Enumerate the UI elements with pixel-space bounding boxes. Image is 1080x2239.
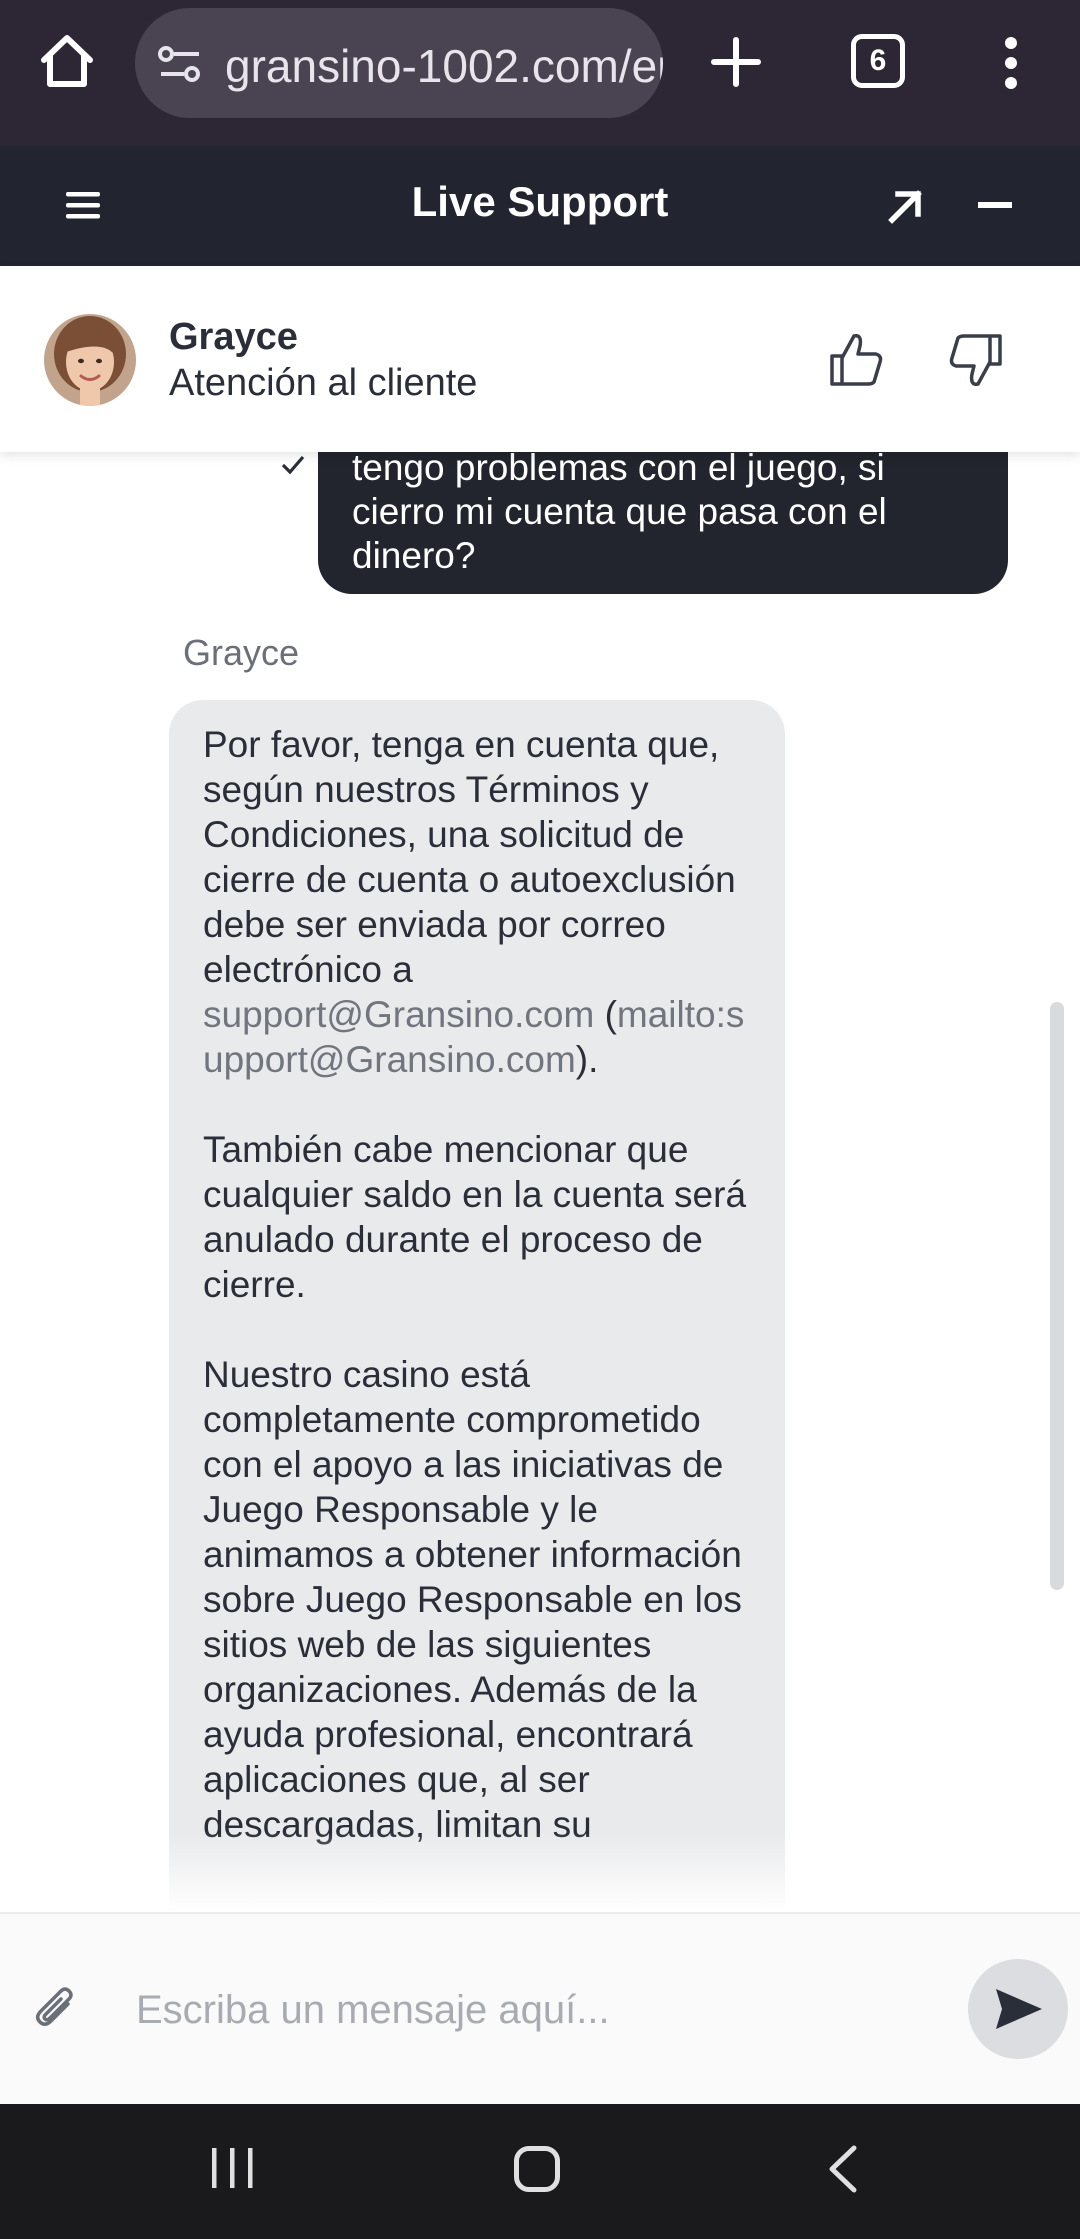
- recents-icon[interactable]: [210, 2146, 256, 2190]
- home-circle-icon[interactable]: [514, 2146, 560, 2192]
- agent-message-bubble: Por favor, tenga en cuenta que, según nu…: [169, 700, 785, 1912]
- arrow-up-right-icon[interactable]: [884, 184, 928, 228]
- agent-sender-label: Grayce: [183, 632, 300, 673]
- chat-fade-overlay: [0, 1832, 1080, 1912]
- paperclip-icon[interactable]: [34, 1984, 78, 2034]
- user-message-line: tengo problemas con el juego, si: [352, 452, 885, 488]
- avatar: [44, 314, 136, 406]
- user-message-line: cierro mi cuenta que pasa con el: [352, 491, 887, 532]
- back-icon[interactable]: [822, 2144, 862, 2194]
- chat-transcript[interactable]: tengo problemas con el juego, si cierro …: [0, 452, 1080, 1912]
- home-icon[interactable]: [36, 30, 98, 92]
- support-header: Live Support: [0, 146, 1080, 266]
- minus-icon[interactable]: [978, 202, 1012, 208]
- tabs-counter-icon[interactable]: 6: [851, 34, 905, 88]
- send-icon[interactable]: [968, 1959, 1068, 2059]
- plus-icon[interactable]: [710, 36, 762, 88]
- agent-info-bar: Grayce Atención al cliente: [0, 266, 1080, 452]
- message-input[interactable]: [136, 1978, 936, 2042]
- system-nav-bar: [0, 2104, 1080, 2239]
- url-text: gransino-1002.com/en: [225, 40, 663, 92]
- agent-message-text: Por favor, tenga en cuenta que, según nu…: [203, 724, 736, 990]
- support-email-link[interactable]: support@Gransino.com: [203, 994, 594, 1035]
- agent-message-text: ).: [575, 1039, 599, 1080]
- agent-message-paragraph: Por favor, tenga en cuenta que, según nu…: [203, 722, 755, 1082]
- chat-scrollbar[interactable]: [1050, 1002, 1064, 1590]
- agent-message-paragraph: Nuestro casino está completamente compro…: [203, 1354, 742, 1845]
- agent-message-text: (: [594, 994, 617, 1035]
- message-composer: [0, 1912, 1080, 2104]
- agent-message-paragraph: También cabe mencionar que cualquier sal…: [203, 1129, 747, 1305]
- user-message-line: dinero?: [352, 535, 476, 576]
- agent-role: Atención al cliente: [169, 362, 478, 404]
- tune-icon[interactable]: [157, 44, 203, 84]
- more-vert-icon[interactable]: [996, 36, 1026, 90]
- browser-toolbar: gransino-1002.com/en 6: [0, 0, 1080, 146]
- address-bar[interactable]: gransino-1002.com/en: [135, 8, 663, 118]
- check-icon: [280, 452, 306, 478]
- user-message-bubble: tengo problemas con el juego, si cierro …: [318, 452, 1008, 594]
- agent-name: Grayce: [169, 316, 298, 358]
- thumbs-down-icon[interactable]: [946, 330, 1006, 390]
- thumbs-up-icon[interactable]: [826, 330, 886, 390]
